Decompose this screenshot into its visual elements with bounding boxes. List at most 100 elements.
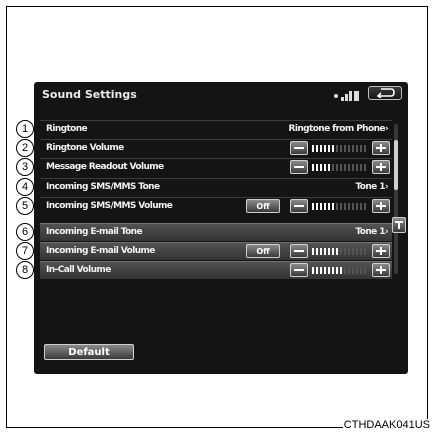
level-segment — [316, 267, 318, 274]
off-button[interactable]: Off — [246, 199, 280, 213]
level-segment — [344, 145, 346, 152]
level-segment — [328, 248, 330, 255]
level-segment — [340, 164, 342, 171]
level-segment — [356, 267, 358, 274]
minus-icon — [294, 250, 304, 252]
level-segment — [340, 203, 342, 210]
setting-label: Incoming SMS/MMS Tone — [46, 182, 160, 192]
level-segment — [336, 164, 338, 171]
volume-up-button[interactable] — [372, 160, 390, 174]
level-segment — [364, 267, 366, 274]
level-segment — [352, 267, 354, 274]
setting-label: Incoming SMS/MMS Volume — [46, 201, 173, 211]
setting-row[interactable]: Incoming SMS/MMS Volume Off — [40, 197, 392, 215]
level-segment — [356, 145, 358, 152]
status-icons — [334, 91, 362, 101]
setting-label: In-Call Volume — [46, 265, 111, 275]
callout-number: 5 — [16, 197, 34, 215]
off-button[interactable]: Off — [246, 244, 280, 258]
plus-icon-stem — [380, 266, 382, 274]
setting-row[interactable]: Incoming E-mail Tone Tone 1› — [40, 223, 392, 241]
level-segment — [360, 203, 362, 210]
plus-icon-stem — [380, 163, 382, 171]
level-segment — [320, 248, 322, 255]
callout-number: 1 — [16, 120, 34, 138]
default-button[interactable]: Default — [44, 344, 134, 360]
volume-level-meter — [312, 248, 368, 255]
back-button[interactable] — [368, 86, 402, 100]
setting-row[interactable]: Ringtone Volume — [40, 139, 392, 157]
level-segment — [344, 203, 346, 210]
setting-row[interactable]: In-Call Volume — [40, 261, 392, 279]
level-segment — [312, 267, 314, 274]
level-segment — [312, 145, 314, 152]
level-segment — [356, 164, 358, 171]
level-segment — [364, 248, 366, 255]
level-segment — [364, 203, 366, 210]
battery-icon — [354, 91, 359, 101]
volume-level-meter — [312, 203, 368, 210]
level-segment — [312, 203, 314, 210]
volume-down-button[interactable] — [290, 199, 308, 213]
setting-row[interactable]: Message Readout Volume — [40, 158, 392, 176]
level-segment — [324, 203, 326, 210]
level-segment — [348, 164, 350, 171]
level-segment — [316, 203, 318, 210]
level-segment — [356, 248, 358, 255]
scroll-down-button[interactable] — [392, 217, 406, 233]
volume-up-button[interactable] — [372, 263, 390, 277]
callout-number: 3 — [16, 158, 34, 176]
setting-row[interactable]: Ringtone Ringtone from Phone› — [40, 120, 392, 138]
scroll-stem-glyph — [398, 223, 400, 229]
level-segment — [336, 248, 338, 255]
return-arrow-icon — [376, 88, 395, 98]
callout-number: 7 — [16, 242, 34, 260]
level-segment — [336, 145, 338, 152]
level-segment — [332, 267, 334, 274]
level-segment — [332, 145, 334, 152]
signal-bar-icon — [345, 94, 348, 101]
setting-label: Incoming E-mail Tone — [46, 227, 143, 237]
level-segment — [352, 248, 354, 255]
volume-down-button[interactable] — [290, 160, 308, 174]
volume-up-button[interactable] — [372, 141, 390, 155]
level-segment — [320, 164, 322, 171]
volume-level-meter — [312, 145, 368, 152]
setting-label: Message Readout Volume — [46, 162, 164, 172]
setting-value: Tone 1› — [355, 182, 388, 192]
level-segment — [360, 267, 362, 274]
level-segment — [328, 203, 330, 210]
level-segment — [336, 267, 338, 274]
level-segment — [324, 248, 326, 255]
level-segment — [344, 164, 346, 171]
level-segment — [320, 145, 322, 152]
volume-up-button[interactable] — [372, 199, 390, 213]
level-segment — [352, 164, 354, 171]
level-segment — [340, 248, 342, 255]
callout-number: 8 — [16, 261, 34, 279]
scrollbar-thumb[interactable] — [394, 140, 398, 190]
setting-row[interactable]: Incoming SMS/MMS Tone Tone 1› — [40, 178, 392, 196]
level-segment — [320, 203, 322, 210]
figure-caption: CTHDAAK041US — [342, 419, 431, 431]
volume-down-button[interactable] — [290, 263, 308, 277]
level-segment — [344, 267, 346, 274]
level-segment — [328, 267, 330, 274]
callout-number: 4 — [16, 178, 34, 196]
level-segment — [328, 145, 330, 152]
level-segment — [320, 267, 322, 274]
minus-icon — [294, 166, 304, 168]
volume-down-button[interactable] — [290, 141, 308, 155]
plus-icon-stem — [380, 247, 382, 255]
setting-row[interactable]: Incoming E-mail Volume Off — [40, 242, 392, 260]
setting-label: Incoming E-mail Volume — [46, 246, 155, 256]
callout-number: 2 — [16, 139, 34, 157]
level-segment — [324, 267, 326, 274]
volume-up-button[interactable] — [372, 244, 390, 258]
level-segment — [360, 145, 362, 152]
level-segment — [344, 248, 346, 255]
sound-settings-screen: Sound Settings Ringtone Ringtone from Pho… — [34, 82, 408, 374]
volume-down-button[interactable] — [290, 244, 308, 258]
level-segment — [316, 145, 318, 152]
minus-icon — [294, 147, 304, 149]
